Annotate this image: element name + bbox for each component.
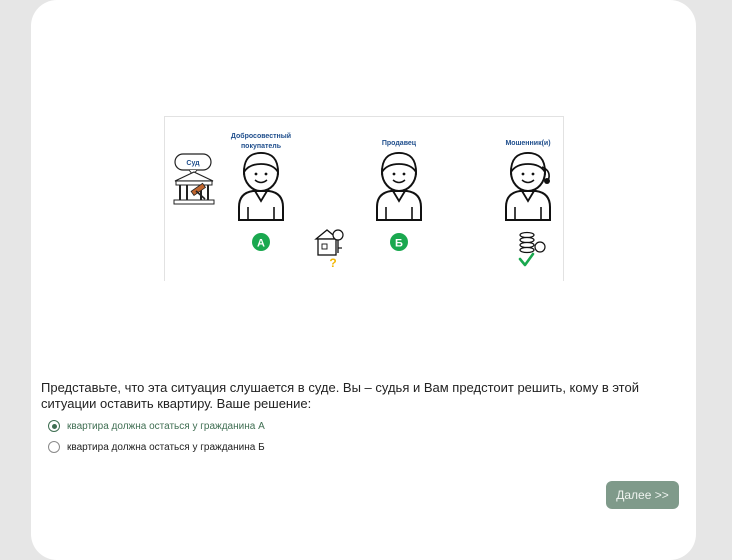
seller-label: Продавец <box>382 140 417 147</box>
option-b-label[interactable]: квартира должна остаться у гражданина Б <box>67 442 265 453</box>
buyer-label-1: Добросовестный <box>231 132 291 140</box>
option-b[interactable]: квартира должна остаться у гражданина Б <box>48 441 265 453</box>
badge-b: Б <box>390 233 408 251</box>
option-a-label[interactable]: квартира должна остаться у гражданина А <box>67 421 265 432</box>
money-coins-icon <box>519 231 546 254</box>
check-icon <box>518 252 535 267</box>
house-keys-icon: ? <box>314 229 344 270</box>
seller-person-icon <box>376 152 422 221</box>
situation-illustration: Суд Добросовестный покупатель А ? Продав… <box>164 116 564 281</box>
option-a-radio[interactable] <box>48 420 60 432</box>
badge-a-label: А <box>257 238 265 250</box>
badge-a: А <box>252 233 270 251</box>
court-label: Суд <box>186 160 200 167</box>
courthouse-icon <box>173 171 215 205</box>
fraudster-person-icon <box>505 152 551 221</box>
option-b-radio[interactable] <box>48 441 60 453</box>
buyer-person-icon <box>238 152 284 221</box>
option-a[interactable]: квартира должна остаться у гражданина А <box>48 420 265 432</box>
svg-text:?: ? <box>329 256 336 270</box>
buyer-label-2: покупатель <box>241 143 282 150</box>
fraud-label: Мошенник(и) <box>505 140 550 147</box>
next-button[interactable]: Далее >> <box>606 481 679 509</box>
question-text: Представьте, что эта ситуация слушается … <box>41 380 639 411</box>
badge-b-label: Б <box>395 238 403 250</box>
